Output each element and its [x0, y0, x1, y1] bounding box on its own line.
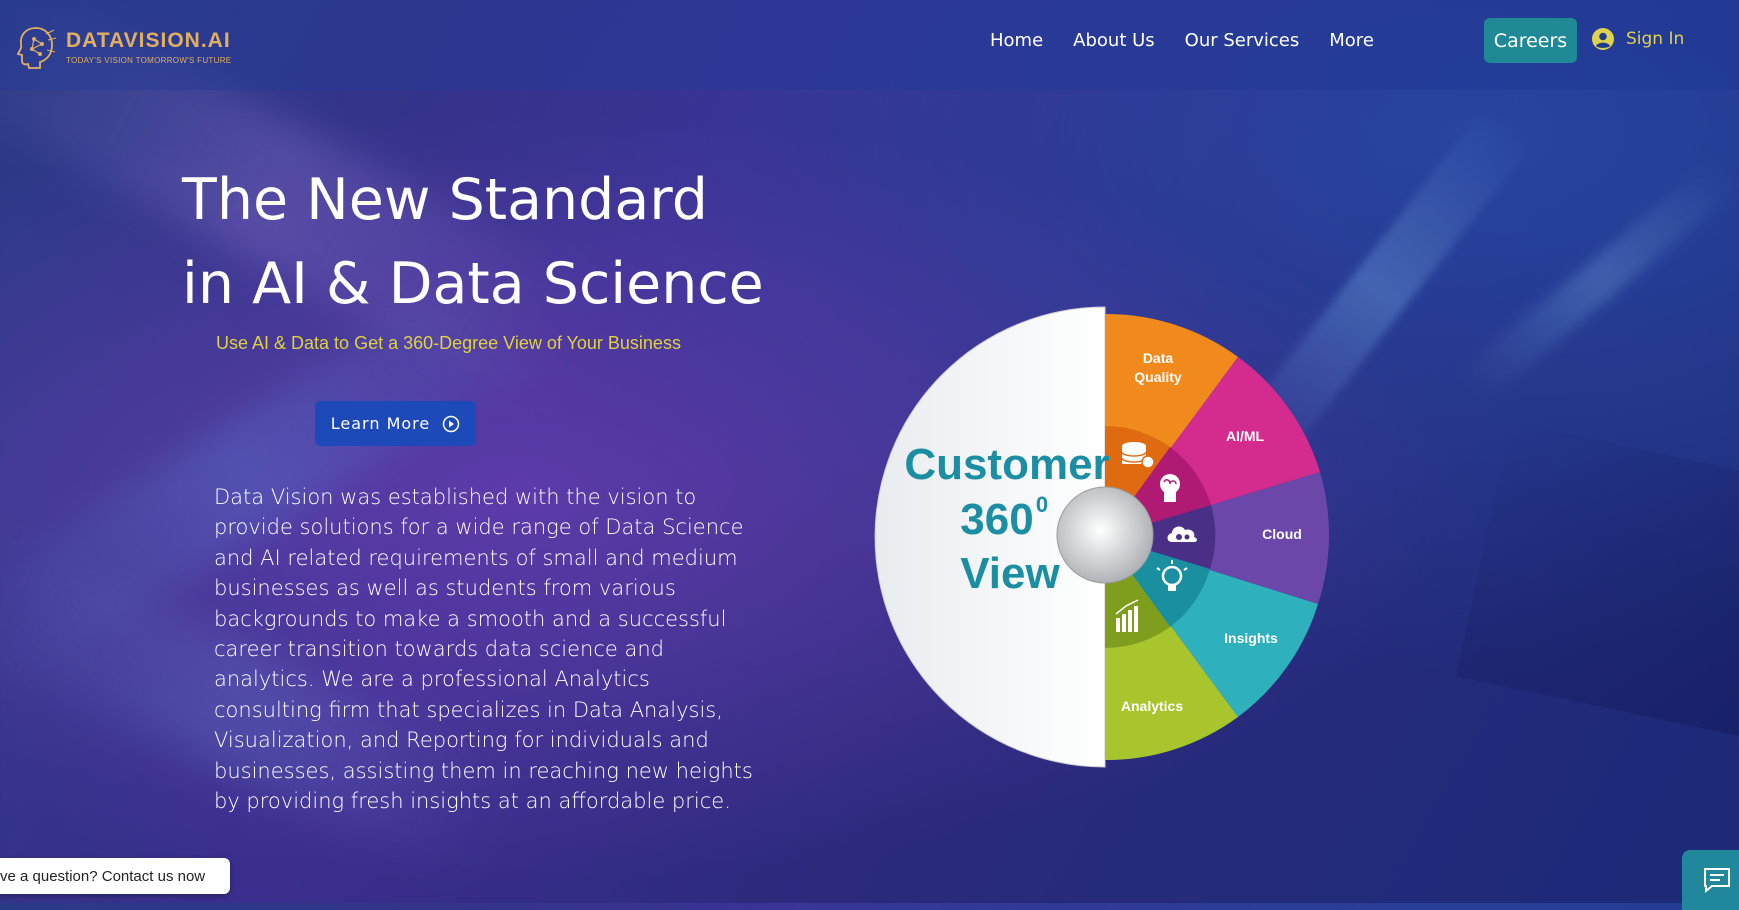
label-analytics: Analytics [1121, 698, 1183, 714]
wheel-center-360: 360 [960, 495, 1033, 544]
label-cloud: Cloud [1262, 526, 1302, 542]
learn-more-button[interactable]: Learn More [315, 401, 476, 446]
customer-360-wheel: Data Quality AI/ML Cloud Insights Analyt… [874, 306, 1330, 768]
learn-more-label: Learn More [330, 414, 431, 433]
hero-title-line1: The New Standard [182, 167, 708, 233]
wheel-hub [1056, 486, 1154, 584]
label-ai-ml: AI/ML [1226, 428, 1265, 444]
brand-logo[interactable]: DATAVISION.AI TODAY'S VISION TOMORROW'S … [16, 24, 231, 70]
site-header: DATAVISION.AI TODAY'S VISION TOMORROW'S … [0, 0, 1739, 90]
ai-head-logo-icon [16, 27, 57, 69]
label-insights: Insights [1224, 630, 1278, 646]
nav-our-services[interactable]: Our Services [1185, 30, 1300, 51]
wheel-center-degree: 0 [1036, 492, 1048, 517]
sign-in-label: Sign In [1626, 29, 1685, 49]
hero-title-line2: in AI & Data Science [182, 251, 764, 317]
user-avatar-icon [1592, 28, 1614, 50]
nav-home[interactable]: Home [990, 30, 1043, 51]
hero-title: The New Standard in AI & Data Science [182, 158, 764, 326]
hero-description: Data Vision was established with the vis… [214, 485, 753, 814]
play-circle-icon [442, 415, 460, 432]
label-data-quality-1: Data [1143, 350, 1174, 366]
hero-subtitle: Use AI & Data to Get a 360-Degree View o… [216, 333, 681, 353]
contact-us-bubble[interactable]: ve a question? Contact us now [0, 858, 230, 894]
contact-us-text: ve a question? Contact us now [0, 867, 206, 885]
brand-tagline: TODAY'S VISION TOMORROW'S FUTURE [66, 56, 232, 65]
wheel-center-view: View [960, 549, 1060, 598]
chat-button[interactable] [1682, 850, 1739, 910]
careers-button[interactable]: Careers [1484, 18, 1577, 63]
label-data-quality-2: Quality [1134, 369, 1182, 385]
nav-about-us[interactable]: About Us [1073, 30, 1155, 51]
main-nav: Home About Us Our Services More [990, 30, 1404, 51]
chat-icon [1704, 868, 1730, 894]
wheel-center-customer: Customer [904, 440, 1109, 489]
nav-more[interactable]: More [1329, 30, 1374, 51]
sign-in-link[interactable]: Sign In [1592, 28, 1684, 50]
brand-name: DATAVISION.AI [66, 29, 231, 52]
